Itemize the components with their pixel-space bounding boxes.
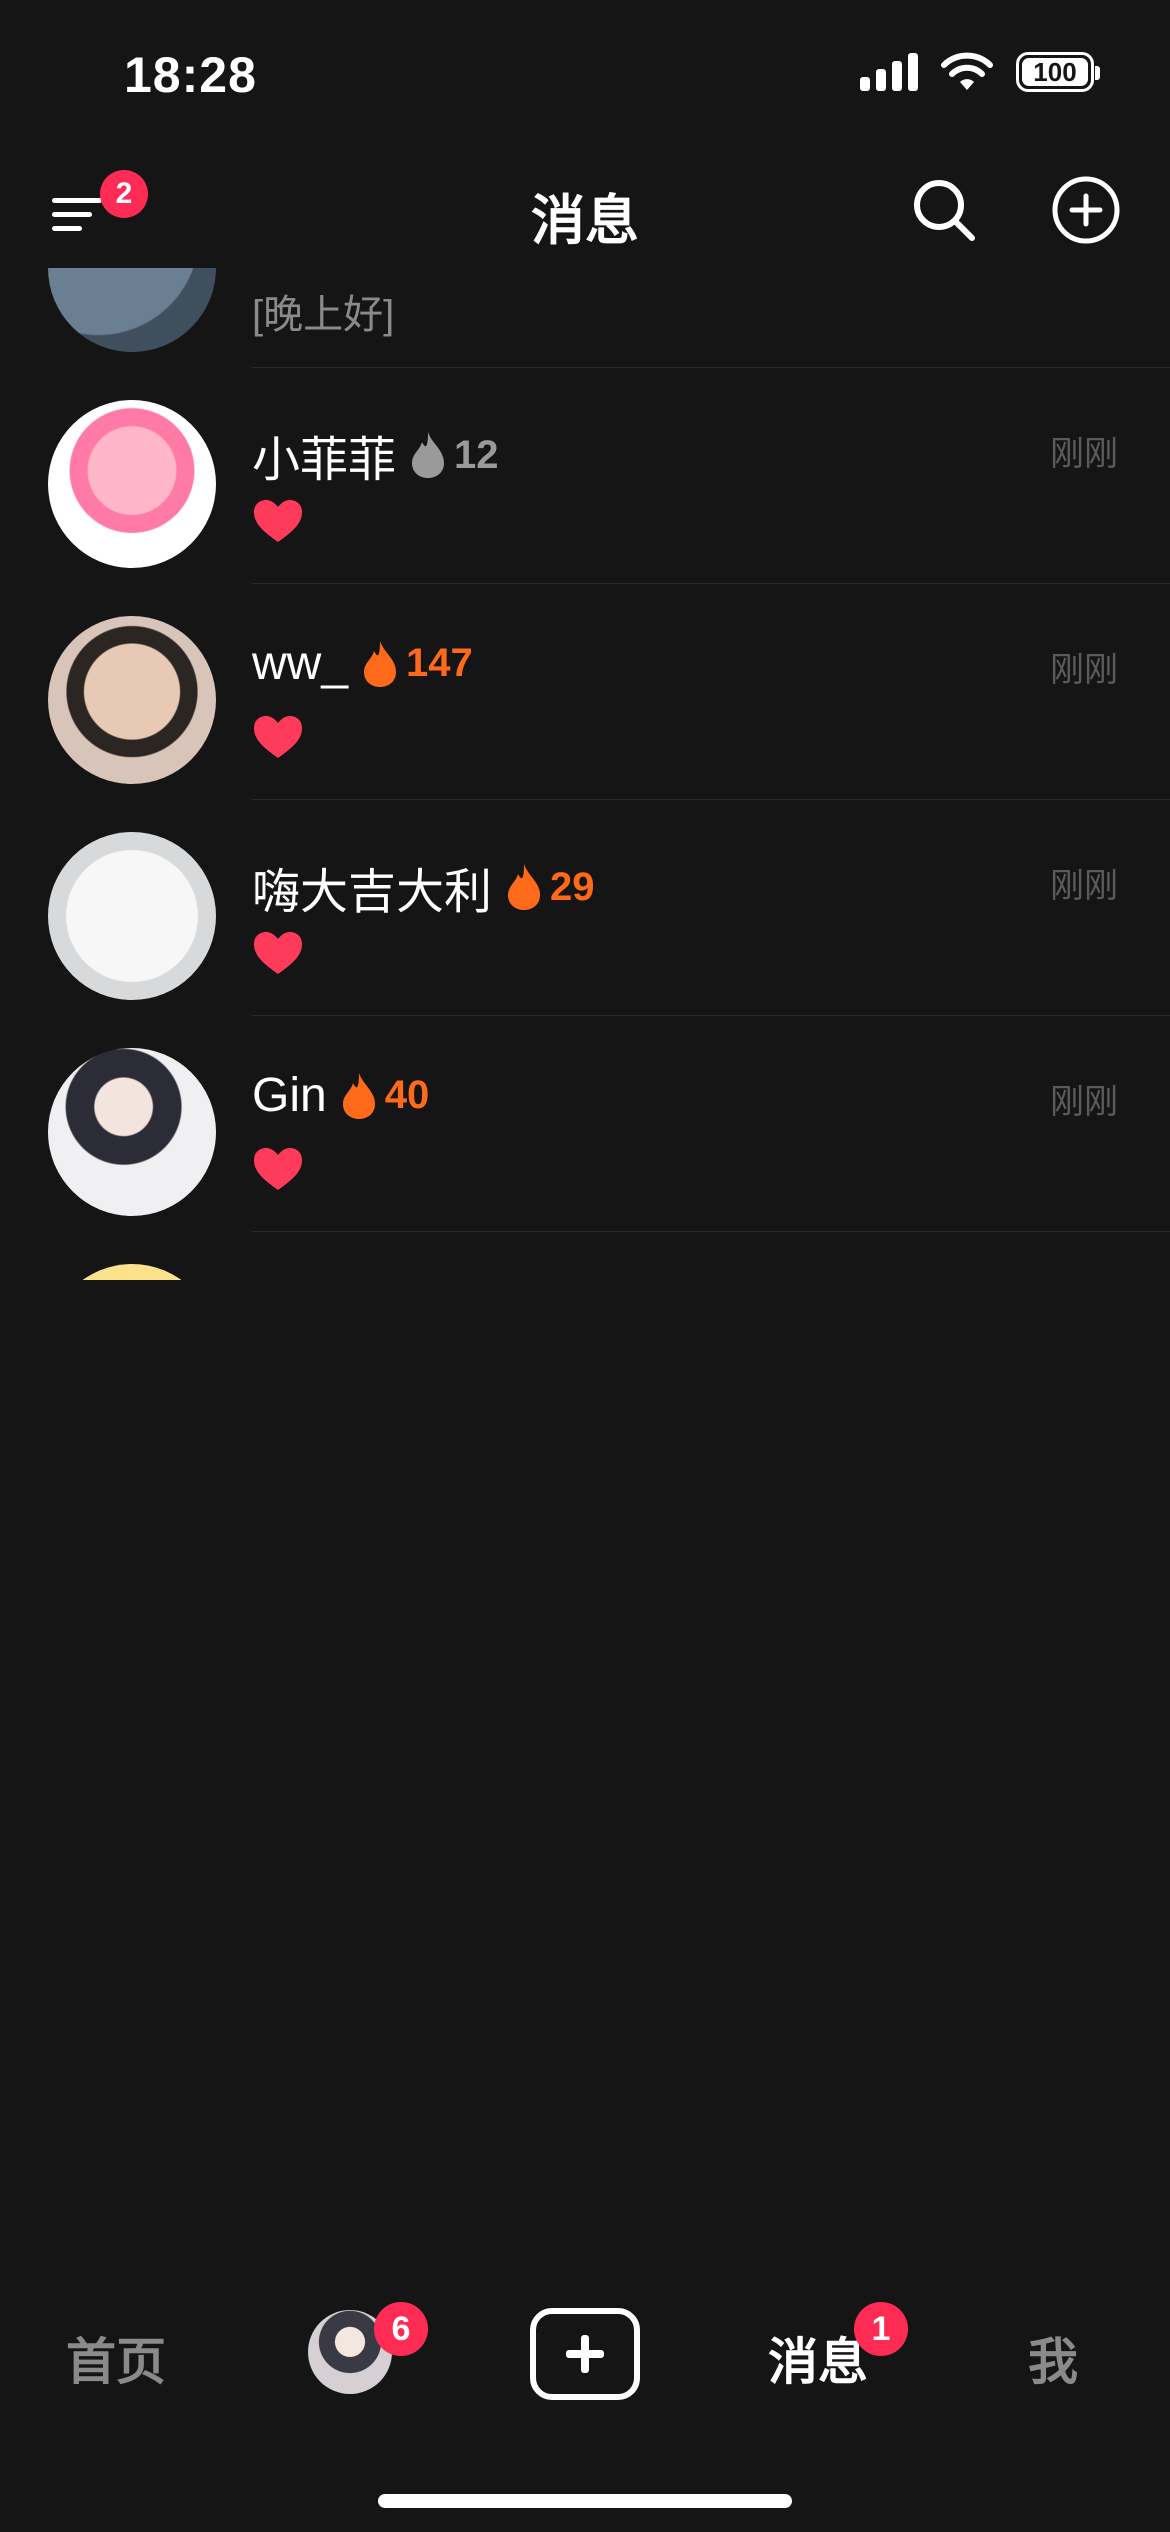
avatar-anime-girl[interactable] — [48, 1048, 216, 1216]
flame-icon — [508, 864, 541, 910]
tab-messages[interactable]: 消息 1 — [768, 2302, 908, 2394]
messages-badge: 1 — [854, 2302, 908, 2356]
tab-home[interactable]: 首页 — [66, 2322, 166, 2394]
avatar-white-cat[interactable] — [48, 832, 216, 1000]
streak-count: 40 — [384, 1073, 430, 1117]
flame-icon — [342, 1072, 375, 1119]
flame-icon — [412, 432, 445, 478]
conversation-title-line: Gin 40 — [252, 1068, 429, 1123]
conversation-title-line: 嗨大吉大利 29 — [252, 852, 595, 922]
streak-count: 12 — [454, 432, 499, 477]
conversation-row[interactable]: ww_ 147 刚刚 — [0, 584, 1170, 800]
battery-icon: 100 — [1016, 52, 1100, 92]
streak-counter: 29 — [504, 862, 595, 912]
battery-level: 100 — [1033, 56, 1077, 87]
page-title: 消息 — [531, 191, 639, 251]
status-time: 18:28 — [124, 47, 257, 103]
tab-me[interactable]: 我 — [1028, 2322, 1078, 2394]
create-button[interactable] — [530, 2308, 640, 2400]
wifi-icon — [941, 52, 993, 90]
header: 2 消息 — [0, 150, 1170, 268]
cellular-signal-icon — [860, 53, 918, 91]
status-bar: 18:28 100 — [0, 0, 1170, 150]
status-icons: 100 — [860, 52, 1100, 92]
streak-count: 147 — [406, 641, 473, 685]
message-time: 刚刚 — [1050, 1083, 1118, 1121]
tab-messages-label: 消息 — [768, 2334, 868, 2390]
conversation-list-inner: 达达酱刚刚[晚上好]小菲菲12刚刚ww_147刚刚嗨大吉大利29刚刚Gin40刚… — [0, 268, 1170, 1280]
flame-icon — [364, 640, 397, 687]
message-time: 刚刚 — [1050, 435, 1118, 473]
search-icon[interactable] — [908, 174, 980, 246]
conversation-row[interactable]: 小菲菲 12 刚刚 — [0, 368, 1170, 584]
conversation-title-line: ww_ 147 — [252, 636, 473, 691]
conversation-row[interactable]: 快李我！37刚刚 — [0, 1232, 1170, 1280]
conversation-row[interactable]: 嗨大吉大利 29 刚刚 — [0, 800, 1170, 1016]
conversation-row[interactable]: 达达酱刚刚[晚上好] — [0, 268, 1170, 368]
message-preview: [晚上好] — [252, 293, 395, 337]
contact-name: Gin — [252, 1069, 327, 1122]
message-time: 刚刚 — [1050, 867, 1118, 905]
avatar-cartoon-bunny[interactable] — [48, 1264, 216, 1280]
contact-name: 达达酱 — [252, 268, 396, 274]
heart-icon — [254, 1148, 302, 1190]
avatar-glasses-woman[interactable] — [48, 616, 216, 784]
home-indicator — [378, 2494, 792, 2508]
streak-counter: 147 — [360, 639, 473, 689]
contact-name: 嗨大吉大利 — [252, 866, 493, 919]
streak-count: 29 — [550, 864, 595, 909]
heart-icon — [254, 932, 302, 974]
contact-name: 小菲菲 — [252, 434, 397, 487]
tab-friends[interactable]: 6 — [308, 2302, 428, 2394]
avatar-praying-woman[interactable] — [48, 268, 216, 352]
friends-badge: 6 — [374, 2302, 428, 2356]
conversation-title-line: 小菲菲 12 — [252, 420, 499, 490]
message-time: 刚刚 — [1050, 651, 1118, 689]
conversation-title-line: 达达酱 — [252, 268, 396, 274]
streak-counter: 40 — [339, 1071, 430, 1121]
contact-name: ww_ — [252, 637, 349, 690]
conversation-list[interactable]: 达达酱刚刚[晚上好]小菲菲12刚刚ww_147刚刚嗨大吉大利29刚刚Gin40刚… — [0, 268, 1170, 1280]
plus-icon — [566, 2335, 604, 2373]
avatar-pink-pig[interactable] — [48, 400, 216, 568]
add-icon[interactable] — [1050, 174, 1122, 246]
conversation-row[interactable]: Gin 40 刚刚 — [0, 1016, 1170, 1232]
heart-icon — [254, 500, 302, 542]
streak-counter: 12 — [408, 430, 499, 480]
heart-icon — [254, 716, 302, 758]
